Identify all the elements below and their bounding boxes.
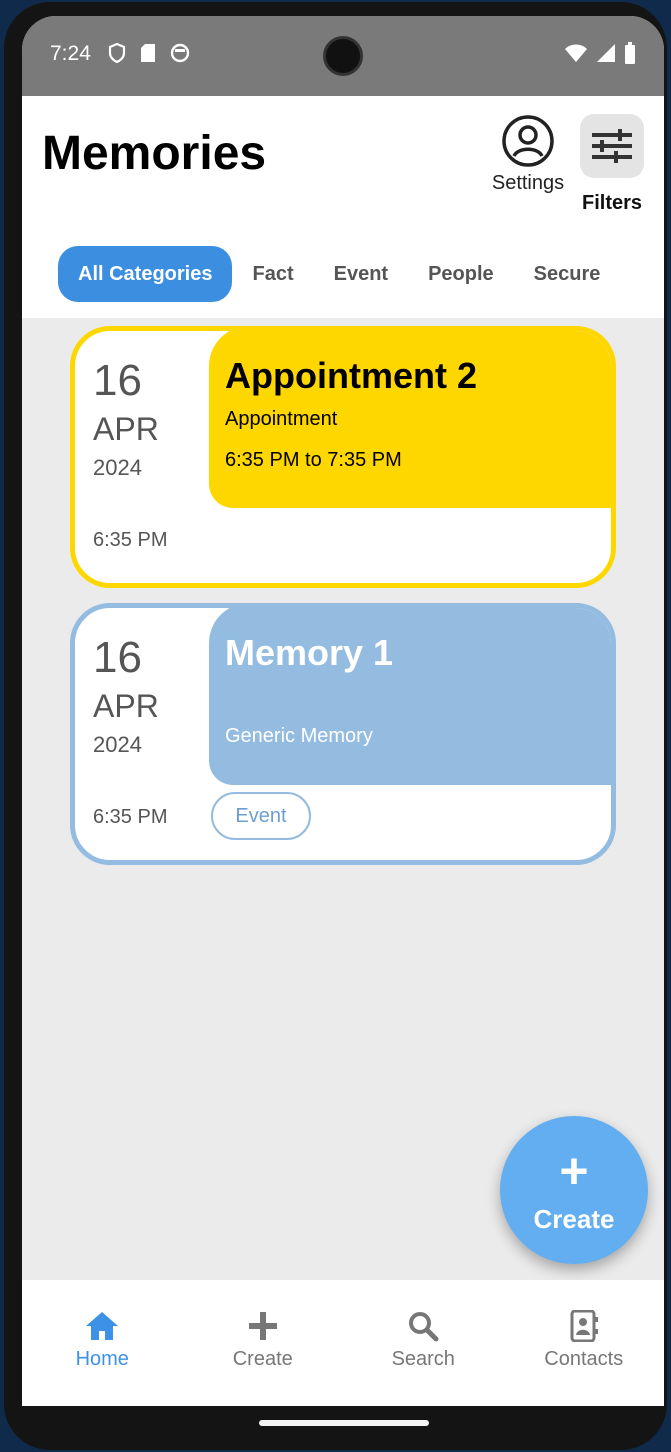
card-title: Appointment 2 [225,355,477,396]
front-camera [323,36,363,76]
page-title: Memories [42,127,267,180]
nav-contacts[interactable]: Contacts [504,1280,665,1406]
card-header: Appointment 2 Appointment 6:35 PM to 7:3… [209,331,611,508]
battery-icon [625,42,635,64]
card-title: Memory 1 [225,632,394,673]
sd-card-icon [141,44,155,62]
account-circle-icon [502,115,554,167]
tab-fact[interactable]: Fact [232,246,313,302]
nav-label: Contacts [544,1348,624,1370]
nav-search[interactable]: Search [343,1280,504,1406]
card-date: 16 APR 2024 [93,357,159,481]
card-type: Generic Memory [225,725,373,747]
card-type: Appointment [225,408,338,430]
tab-secure[interactable]: Secure [514,246,621,302]
circle-status-icon [170,43,190,63]
shield-icon [108,43,126,63]
wifi-icon [565,44,587,62]
card-month: APR [93,411,159,447]
status-icons-right [564,42,636,64]
category-tabs: All Categories Fact Event People Secure [58,246,664,302]
card-day: 16 [93,356,142,405]
filters-icon-box [580,114,644,178]
search-icon [409,1312,439,1342]
gesture-bar [259,1420,429,1426]
fab-label: Create [533,1204,615,1234]
card-year: 2024 [93,732,142,757]
nav-home[interactable]: Home [22,1280,183,1406]
create-fab[interactable]: + Create [500,1116,648,1264]
memory-card-generic[interactable]: 16 APR 2024 6:35 PM Memory 1 Generic Mem… [70,603,616,865]
card-time: 6:35 PM [93,806,168,828]
event-tag-chip[interactable]: Event [211,792,311,840]
settings-button[interactable]: Settings [486,114,570,204]
nav-create[interactable]: Create [183,1280,344,1406]
tab-event[interactable]: Event [314,246,408,302]
app-header: Memories Settings Filters All Categories… [22,96,664,318]
card-time: 6:35 PM [93,529,168,551]
tab-people[interactable]: People [408,246,514,302]
nav-label: Home [75,1348,129,1370]
plus-icon: + [559,1143,589,1199]
status-icons-left [108,43,190,63]
screen: 7:24 Memories Settings Filters All Categ… [22,16,664,1406]
phone-frame: 7:24 Memories Settings Filters All Categ… [4,2,667,1450]
nav-label: Search [391,1348,455,1370]
card-header: Memory 1 Generic Memory [209,608,611,785]
bottom-nav: Home Create Search Contacts [22,1280,664,1406]
card-day: 16 [93,633,142,682]
card-month: APR [93,688,159,724]
card-year: 2024 [93,455,142,480]
settings-label: Settings [491,172,565,194]
nav-label: Create [232,1348,293,1370]
filters-label: Filters [581,192,643,214]
signal-icon [597,44,615,62]
plus-icon [248,1312,277,1340]
home-icon [86,1312,119,1340]
status-time: 7:24 [50,42,91,65]
tab-all-categories[interactable]: All Categories [58,246,233,302]
status-bar: 7:24 [22,16,664,96]
memory-card-appointment[interactable]: 16 APR 2024 6:35 PM Appointment 2 Appoin… [70,326,616,588]
card-time-range: 6:35 PM to 7:35 PM [225,449,402,471]
filters-button[interactable]: Filters [577,114,647,224]
contacts-icon [570,1310,598,1342]
filter-sliders-icon [592,129,632,163]
card-date: 16 APR 2024 [93,634,159,758]
